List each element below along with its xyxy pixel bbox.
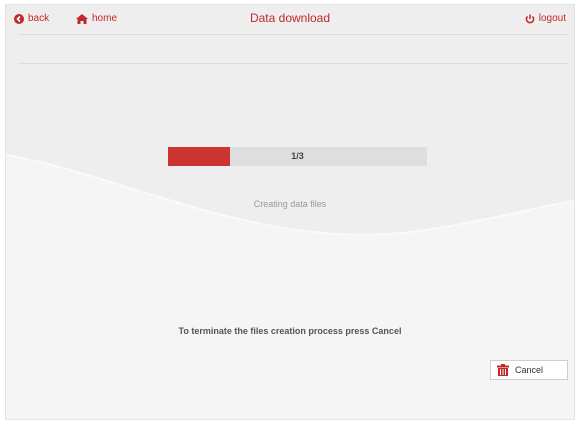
cancel-button[interactable]: Cancel — [490, 360, 568, 380]
header-divider — [18, 34, 568, 35]
toolbar-divider — [18, 63, 568, 64]
background-swoosh — [6, 154, 574, 419]
progress-bar: 1/3 — [168, 147, 427, 166]
logout-label: logout — [538, 13, 566, 24]
trash-icon — [497, 364, 509, 376]
logout-button[interactable]: logout — [525, 13, 566, 24]
cancel-label: Cancel — [515, 365, 544, 375]
progress-label: 1/3 — [291, 151, 304, 161]
instruction-text: To terminate the files creation process … — [178, 326, 402, 336]
status-text: Creating data files — [253, 199, 327, 209]
power-icon — [525, 14, 535, 24]
top-bar: back home Data download logout — [6, 5, 574, 33]
app-frame: back home Data download logout 1/3 Creat… — [5, 4, 575, 420]
page-title: Data download — [249, 11, 331, 25]
